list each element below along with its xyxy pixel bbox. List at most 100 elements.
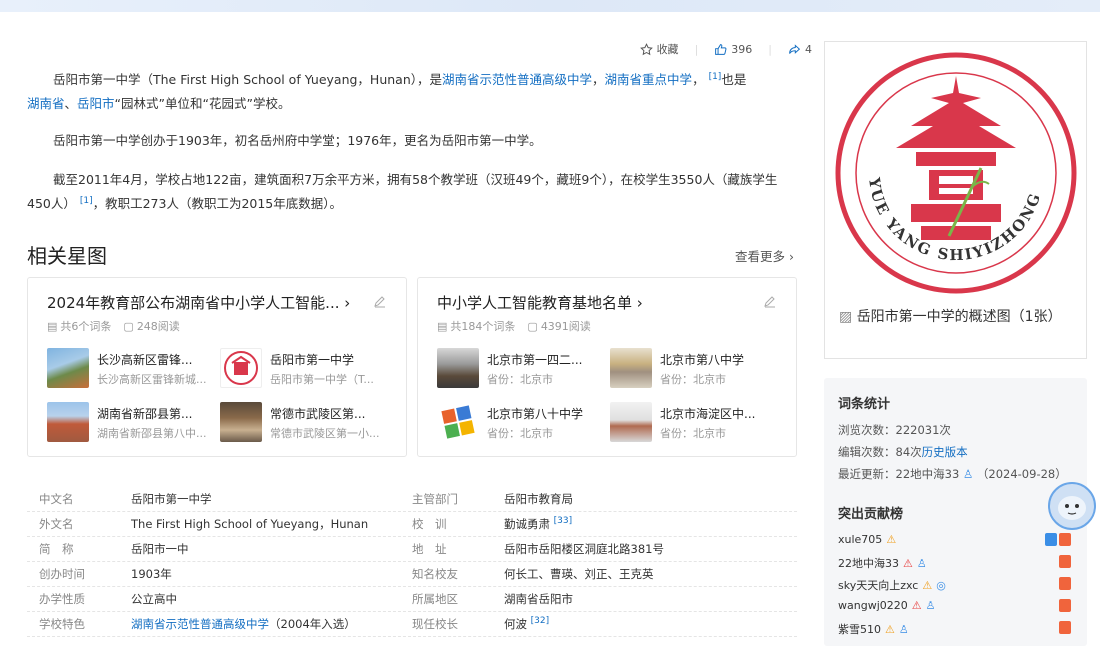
collect-button[interactable]: 收藏 bbox=[639, 41, 679, 57]
entries-count: ▤ 共6个词条 bbox=[47, 318, 111, 334]
entry-name: 长沙高新区雷锋... bbox=[97, 353, 193, 367]
info-value-text: 勤诚勇肃 bbox=[504, 517, 550, 531]
reference-1[interactable]: [1] bbox=[80, 196, 93, 206]
rank-badge-icon bbox=[1059, 555, 1071, 568]
divider: | bbox=[768, 42, 772, 56]
entry-subtitle: 湖南省新邵县第八中... bbox=[97, 427, 207, 440]
entry-thumbnail bbox=[610, 402, 652, 442]
school-logo-icon bbox=[224, 351, 258, 385]
entry-name: 北京市第八十中学 bbox=[487, 407, 584, 421]
link-demo-school[interactable]: 湖南省示范性普通高级中学 bbox=[442, 72, 592, 87]
contributor-item[interactable]: sky天天向上zxc ⚠ ◎ bbox=[838, 577, 946, 593]
entry-thumbnail bbox=[437, 348, 479, 388]
info-value-link[interactable]: 何长工、曹瑛、刘正、王克英 bbox=[504, 566, 797, 582]
image-caption[interactable]: ▨ 岳阳市第一中学的概述图（1张） bbox=[839, 306, 1079, 328]
info-value-link[interactable]: 岳阳市教育局 bbox=[504, 491, 797, 507]
info-key: 现任校长 bbox=[412, 617, 458, 631]
top-banner bbox=[0, 0, 1100, 12]
text: “园林式”单位和“花园式”学校。 bbox=[114, 96, 291, 111]
starmap-entry[interactable]: 岳阳市第一中学 岳阳市第一中学（T... bbox=[220, 348, 390, 390]
entry-subtitle: 常德市武陵区第一小... bbox=[270, 427, 380, 440]
link-key-school[interactable]: 湖南省重点中学 bbox=[605, 72, 693, 87]
book-icon: ▢ bbox=[527, 319, 538, 333]
link-hunan[interactable]: 湖南省 bbox=[27, 96, 65, 111]
star-icon bbox=[639, 42, 653, 55]
table-row: 中文名 岳阳市第一中学 主管部门 岳阳市教育局 bbox=[27, 487, 797, 512]
text: 岳阳市第一中学创办于1903年，初名岳州府中学堂；1976年，更名为岳阳市第一中… bbox=[53, 133, 542, 148]
entry-name: 北京市第八中学 bbox=[660, 353, 745, 367]
starmap-entry[interactable]: 北京市海淀区中... 省份：北京市 bbox=[610, 402, 780, 444]
card-title[interactable]: 2024年教育部公布湖南省中小学人工智能... › bbox=[47, 292, 350, 313]
entry-stats-panel: 词条统计 浏览次数：222031次 编辑次数：84次历史版本 最近更新：22地中… bbox=[824, 378, 1087, 646]
school-logo-icon bbox=[441, 405, 475, 439]
contributor-name: 紫雪510 bbox=[838, 623, 881, 636]
shield-badge-icon bbox=[1045, 533, 1057, 546]
text: 岳阳市第一中学（The First High School of Yueyang… bbox=[53, 72, 443, 87]
table-row: 简 称 岳阳市一中 地 址 岳阳市岳阳楼区洞庭北路381号 bbox=[27, 537, 797, 562]
contributor-item[interactable]: wangwj0220 ⚠ ♙ bbox=[838, 599, 936, 612]
info-value: 何波 [32] bbox=[504, 616, 797, 632]
reads-count: ▢ 248阅读 bbox=[123, 318, 179, 334]
starmap-entry[interactable]: 常德市武陵区第... 常德市武陵区第一小... bbox=[220, 402, 390, 444]
assistant-avatar[interactable] bbox=[1048, 482, 1096, 530]
divider: | bbox=[694, 42, 699, 56]
table-row: 外文名 The First High School of Yueyang，Hun… bbox=[27, 512, 797, 537]
contributor-item[interactable]: 22地中海33 ⚠ ♙ bbox=[838, 555, 927, 571]
reads-count: ▢ 4391阅读 bbox=[527, 318, 590, 334]
entry-thumbnail bbox=[47, 402, 89, 442]
info-value-link[interactable]: 湖南省示范性普通高级中学 bbox=[131, 617, 269, 631]
card-meta: ▤ 共184个词条 ▢ 4391阅读 bbox=[437, 318, 591, 334]
related-section-title: 相关星图 bbox=[27, 244, 107, 268]
share-button[interactable]: 4 bbox=[788, 43, 812, 56]
reference[interactable]: [32] bbox=[531, 616, 549, 626]
card-title[interactable]: 中小学人工智能教育基地名单 › bbox=[437, 292, 643, 313]
school-logo-image[interactable]: YUE YANG SHIYIZHONG bbox=[831, 48, 1081, 298]
starmap-entry[interactable]: 长沙高新区雷锋... 长沙高新区雷锋新城... bbox=[47, 348, 217, 390]
link-yueyang[interactable]: 岳阳市 bbox=[77, 96, 115, 111]
entries-count-text: 共184个词条 bbox=[450, 320, 516, 333]
entry-subtitle: 岳阳市第一中学（T... bbox=[270, 373, 374, 386]
history-link[interactable]: 历史版本 bbox=[922, 445, 968, 459]
info-key: 主管部门 bbox=[412, 492, 458, 506]
entry-name: 北京市海淀区中... bbox=[660, 407, 756, 421]
summary-image-box[interactable]: YUE YANG SHIYIZHONG ▨ 岳阳市第一中学的概述图（1张） bbox=[824, 41, 1087, 359]
rank-badge-icon bbox=[1059, 599, 1071, 612]
info-value: 勤诚勇肃 [33] bbox=[504, 516, 797, 532]
starmap-card[interactable]: 2024年教育部公布湖南省中小学人工智能... › ▤ 共6个词条 ▢ 248阅读 … bbox=[27, 277, 407, 457]
starmap-entry[interactable]: 北京市第八中学 省份：北京市 bbox=[610, 348, 780, 390]
info-key: 学校特色 bbox=[39, 617, 85, 631]
edit-icon[interactable] bbox=[373, 294, 387, 308]
entry-subtitle: 省份：北京市 bbox=[660, 373, 726, 386]
entry-subtitle: 省份：北京市 bbox=[660, 427, 726, 440]
thumbs-up-icon bbox=[715, 43, 727, 55]
starmap-entry[interactable]: 湖南省新邵县第... 湖南省新邵县第八中... bbox=[47, 402, 217, 444]
article-actions: 收藏 | 396 | 4 bbox=[639, 41, 812, 57]
image-icon: ▨ bbox=[839, 309, 853, 325]
contributor-name: 22地中海33 bbox=[838, 557, 899, 570]
reference-1[interactable]: [1] bbox=[709, 72, 722, 82]
basic-info-table: 中文名 岳阳市第一中学 主管部门 岳阳市教育局 外文名 The First Hi… bbox=[27, 487, 797, 637]
info-key: 地 址 bbox=[412, 542, 447, 556]
reference[interactable]: [33] bbox=[554, 516, 572, 526]
text: 也是 bbox=[721, 72, 747, 87]
starmap-card[interactable]: 中小学人工智能教育基地名单 › ▤ 共184个词条 ▢ 4391阅读 北京市第一四二… bbox=[417, 277, 797, 457]
contributor-item[interactable]: xule705 ⚠ bbox=[838, 533, 896, 546]
warning-icon: ⚠ bbox=[922, 578, 933, 592]
edit-icon[interactable] bbox=[763, 294, 777, 308]
entries-count: ▤ 共184个词条 bbox=[437, 318, 515, 334]
warning-icon: ⚠ bbox=[886, 533, 897, 546]
starmap-entry[interactable]: 北京市第一四二... 省份：北京市 bbox=[437, 348, 607, 390]
chevron-right-icon: › bbox=[344, 294, 351, 312]
updated-date: （2024-09-28） bbox=[976, 467, 1067, 481]
user-badge-icon: ♙ bbox=[925, 599, 936, 612]
warning-icon: ⚠ bbox=[885, 622, 895, 636]
views-count: 浏览次数：222031次 bbox=[838, 423, 951, 437]
starmap-entry[interactable]: 北京市第八十中学 省份：北京市 bbox=[437, 402, 607, 444]
info-key: 简 称 bbox=[39, 542, 74, 556]
contributor-item[interactable]: 紫雪510 ⚠ ♙ bbox=[838, 621, 909, 637]
see-more-link[interactable]: 查看更多 › bbox=[735, 246, 794, 265]
like-button[interactable]: 396 bbox=[714, 43, 752, 56]
updated-text: 最近更新：22地中海33 bbox=[838, 467, 960, 481]
info-value: 公立高中 bbox=[131, 592, 177, 606]
last-updated: 最近更新：22地中海33 ♙ （2024-09-28） bbox=[838, 466, 1067, 482]
